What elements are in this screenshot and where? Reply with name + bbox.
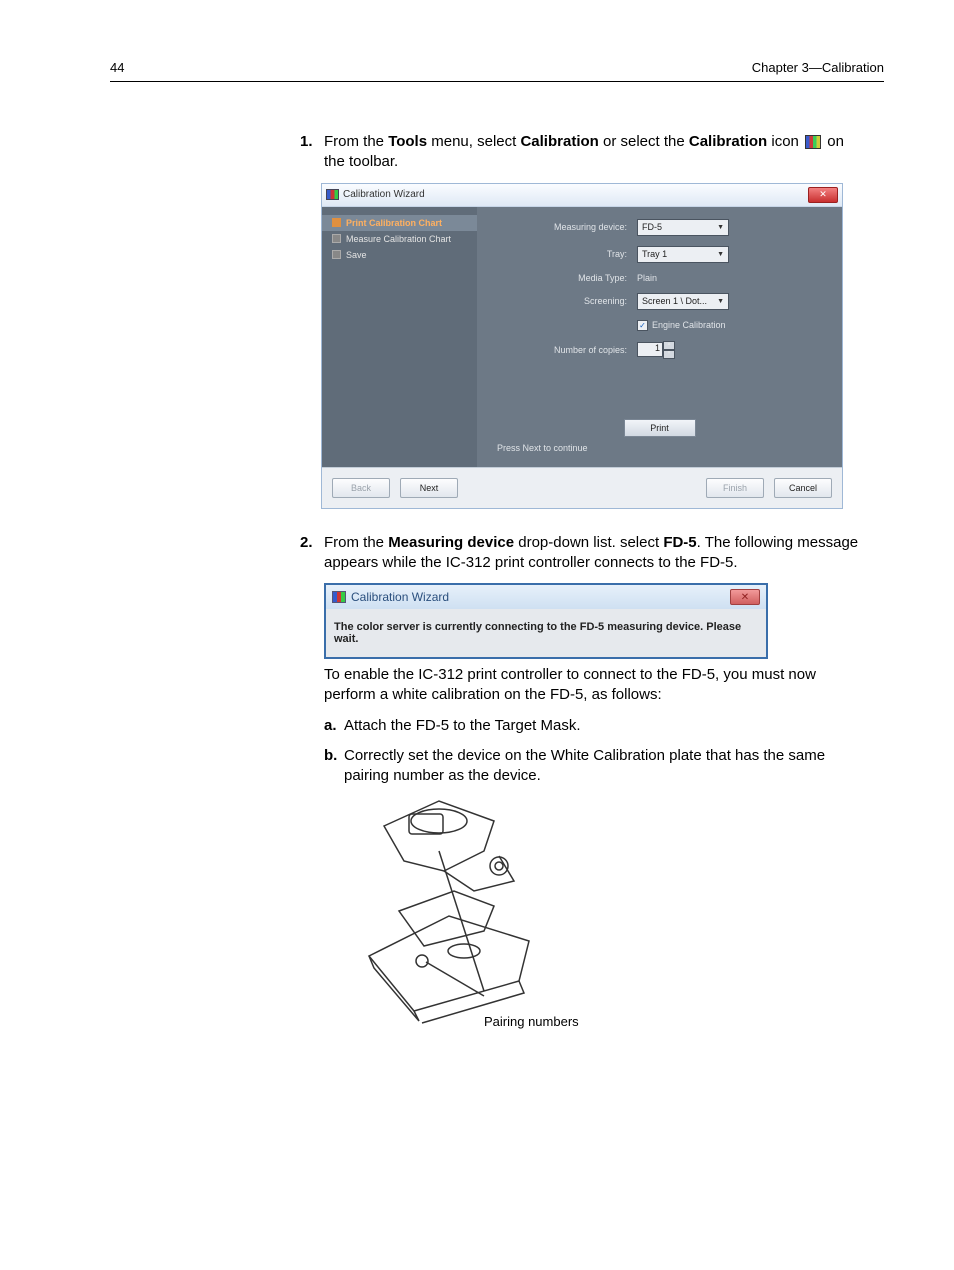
substep-b-letter: b.: [324, 746, 344, 787]
chevron-down-icon: ▼: [717, 251, 724, 258]
substep-b-text: Correctly set the device on the White Ca…: [344, 746, 864, 787]
substep-a-text: Attach the FD-5 to the Target Mask.: [344, 716, 581, 736]
text: From the: [324, 133, 388, 150]
wizard-step-save[interactable]: Save: [322, 247, 477, 263]
bold: Calibration: [520, 133, 598, 150]
substep-a: a. Attach the FD-5 to the Target Mask.: [324, 716, 864, 736]
bold: Calibration: [689, 133, 767, 150]
measuring-device-dropdown[interactable]: FD-5 ▼: [637, 219, 729, 236]
tray-label: Tray:: [497, 249, 637, 259]
calibration-wizard-dialog: Calibration Wizard ✕ Print Calibration C…: [321, 183, 843, 509]
text: From the: [324, 534, 388, 551]
step-marker-icon: [332, 250, 341, 259]
bold: Tools: [388, 133, 427, 150]
page-number: 44: [110, 60, 124, 75]
measuring-device-label: Measuring device:: [497, 222, 637, 232]
tray-dropdown[interactable]: Tray 1 ▼: [637, 246, 729, 263]
back-button[interactable]: Back: [332, 478, 390, 498]
text: or select the: [599, 133, 689, 150]
text: menu, select: [427, 133, 520, 150]
num-copies-stepper[interactable]: 1 ▴ ▾: [637, 341, 675, 359]
bold: Measuring device: [388, 534, 514, 551]
step-2-number: 2.: [300, 533, 324, 574]
substep-a-letter: a.: [324, 716, 344, 736]
stepper-up-icon[interactable]: ▴: [663, 341, 675, 350]
wizard-step-print-chart[interactable]: Print Calibration Chart: [322, 215, 477, 231]
num-copies-value[interactable]: 1: [637, 342, 663, 357]
step-2: 2. From the Measuring device drop-down l…: [300, 533, 864, 574]
after-step2-text: To enable the IC-312 print controller to…: [324, 665, 864, 706]
step-marker-icon: [332, 234, 341, 243]
bold: FD-5: [663, 534, 696, 551]
dialog-titlebar: Calibration Wizard ✕: [322, 184, 842, 207]
chapter-label: Chapter 3—Calibration: [752, 60, 884, 75]
media-type-label: Media Type:: [497, 273, 637, 283]
screening-label: Screening:: [497, 296, 637, 306]
dialog-title: Calibration Wizard: [351, 590, 449, 604]
engine-calibration-label: Engine Calibration: [652, 320, 726, 330]
wizard-step-measure-chart[interactable]: Measure Calibration Chart: [322, 231, 477, 247]
dropdown-value: FD-5: [642, 222, 662, 232]
connecting-message: The color server is currently connecting…: [326, 609, 766, 657]
illustration-caption: Pairing numbers: [484, 1014, 579, 1029]
connecting-dialog: Calibration Wizard ✕ The color server is…: [324, 583, 768, 659]
fd5-illustration: Pairing numbers: [344, 796, 614, 1056]
engine-calibration-checkbox[interactable]: ✓: [637, 320, 648, 331]
close-button[interactable]: ✕: [808, 187, 838, 203]
app-icon: [326, 189, 339, 200]
dialog-titlebar: Calibration Wizard ✕: [326, 585, 766, 609]
wizard-step-label: Measure Calibration Chart: [346, 234, 451, 244]
substep-b: b. Correctly set the device on the White…: [324, 746, 864, 787]
calibration-icon: [805, 135, 821, 149]
media-type-value: Plain: [637, 273, 657, 283]
text: drop-down list. select: [514, 534, 663, 551]
close-button[interactable]: ✕: [730, 589, 760, 605]
chevron-down-icon: ▼: [717, 298, 724, 305]
step-1-number: 1.: [300, 132, 324, 173]
print-button[interactable]: Print: [624, 419, 696, 437]
dropdown-value: Screen 1 \ Dot...: [642, 296, 707, 306]
app-icon: [332, 591, 346, 603]
chevron-down-icon: ▼: [717, 224, 724, 231]
screening-dropdown[interactable]: Screen 1 \ Dot... ▼: [637, 293, 729, 310]
next-button[interactable]: Next: [400, 478, 458, 498]
wizard-step-label: Save: [346, 250, 367, 260]
page-header: 44 Chapter 3—Calibration: [110, 60, 884, 82]
num-copies-label: Number of copies:: [497, 345, 637, 355]
text: icon: [767, 133, 803, 150]
cancel-button[interactable]: Cancel: [774, 478, 832, 498]
finish-button[interactable]: Finish: [706, 478, 764, 498]
dialog-title: Calibration Wizard: [343, 189, 425, 200]
stepper-down-icon[interactable]: ▾: [663, 350, 675, 359]
step-marker-icon: [332, 218, 341, 227]
wizard-step-label: Print Calibration Chart: [346, 218, 442, 228]
wizard-content-panel: Measuring device: FD-5 ▼ Tray: Tray 1 ▼: [477, 207, 842, 467]
press-next-hint: Press Next to continue: [497, 443, 822, 453]
wizard-footer: Back Next Finish Cancel: [322, 467, 842, 508]
dropdown-value: Tray 1: [642, 249, 667, 259]
step-1: 1. From the Tools menu, select Calibrati…: [300, 132, 864, 173]
wizard-steps-panel: Print Calibration Chart Measure Calibrat…: [322, 207, 477, 467]
